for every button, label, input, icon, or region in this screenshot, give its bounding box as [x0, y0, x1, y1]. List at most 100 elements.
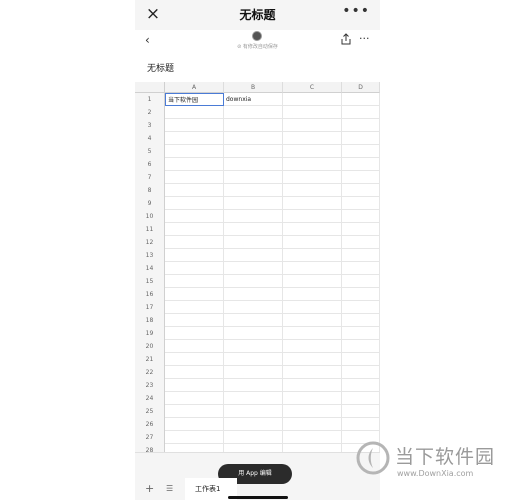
cell-d6[interactable]: [342, 158, 380, 171]
cell-c12[interactable]: [283, 236, 342, 249]
cell-c8[interactable]: [283, 184, 342, 197]
cell-a4[interactable]: [165, 132, 224, 145]
cell-b16[interactable]: [224, 288, 283, 301]
row-header[interactable]: 2: [135, 106, 165, 119]
cell-d21[interactable]: [342, 353, 380, 366]
column-header-c[interactable]: C: [283, 82, 342, 93]
cell-b21[interactable]: [224, 353, 283, 366]
row-header[interactable]: 4: [135, 132, 165, 145]
cell-c4[interactable]: [283, 132, 342, 145]
cell-c5[interactable]: [283, 145, 342, 158]
share-icon[interactable]: [340, 33, 352, 45]
cell-a23[interactable]: [165, 379, 224, 392]
row-header[interactable]: 3: [135, 119, 165, 132]
row-header[interactable]: 1: [135, 93, 165, 106]
cell-b4[interactable]: [224, 132, 283, 145]
cell-d5[interactable]: [342, 145, 380, 158]
row-header[interactable]: 13: [135, 249, 165, 262]
cell-a26[interactable]: [165, 418, 224, 431]
row-header[interactable]: 19: [135, 327, 165, 340]
cell-a19[interactable]: [165, 327, 224, 340]
row-header[interactable]: 20: [135, 340, 165, 353]
cell-a21[interactable]: [165, 353, 224, 366]
row-header[interactable]: 27: [135, 431, 165, 444]
row-header[interactable]: 18: [135, 314, 165, 327]
cell-b25[interactable]: [224, 405, 283, 418]
cell-d15[interactable]: [342, 275, 380, 288]
row-header[interactable]: 5: [135, 145, 165, 158]
cell-a1[interactable]: 当下软件园: [165, 93, 224, 106]
avatar[interactable]: [252, 31, 262, 41]
column-header-d[interactable]: D: [342, 82, 380, 93]
cell-d10[interactable]: [342, 210, 380, 223]
cell-d3[interactable]: [342, 119, 380, 132]
cell-d26[interactable]: [342, 418, 380, 431]
row-header[interactable]: 17: [135, 301, 165, 314]
cell-a13[interactable]: [165, 249, 224, 262]
cell-b23[interactable]: [224, 379, 283, 392]
cell-c15[interactable]: [283, 275, 342, 288]
cell-c1[interactable]: [283, 93, 342, 106]
cell-c20[interactable]: [283, 340, 342, 353]
cell-c24[interactable]: [283, 392, 342, 405]
cell-a24[interactable]: [165, 392, 224, 405]
cell-c14[interactable]: [283, 262, 342, 275]
cell-d17[interactable]: [342, 301, 380, 314]
cell-d23[interactable]: [342, 379, 380, 392]
cell-c11[interactable]: [283, 223, 342, 236]
cell-d1[interactable]: [342, 93, 380, 106]
cell-d18[interactable]: [342, 314, 380, 327]
cell-b24[interactable]: [224, 392, 283, 405]
cell-d14[interactable]: [342, 262, 380, 275]
cell-b19[interactable]: [224, 327, 283, 340]
cell-b13[interactable]: [224, 249, 283, 262]
more-options-icon[interactable]: •••: [342, 3, 370, 19]
row-header[interactable]: 24: [135, 392, 165, 405]
row-header[interactable]: 12: [135, 236, 165, 249]
cell-a6[interactable]: [165, 158, 224, 171]
cell-b8[interactable]: [224, 184, 283, 197]
cell-a25[interactable]: [165, 405, 224, 418]
cell-c13[interactable]: [283, 249, 342, 262]
cell-b12[interactable]: [224, 236, 283, 249]
cell-b9[interactable]: [224, 197, 283, 210]
row-header[interactable]: 21: [135, 353, 165, 366]
row-header[interactable]: 10: [135, 210, 165, 223]
cell-b11[interactable]: [224, 223, 283, 236]
cell-c19[interactable]: [283, 327, 342, 340]
cell-c3[interactable]: [283, 119, 342, 132]
cell-b27[interactable]: [224, 431, 283, 444]
cell-a18[interactable]: [165, 314, 224, 327]
cell-b7[interactable]: [224, 171, 283, 184]
cell-a20[interactable]: [165, 340, 224, 353]
cell-d20[interactable]: [342, 340, 380, 353]
cell-c26[interactable]: [283, 418, 342, 431]
cell-b14[interactable]: [224, 262, 283, 275]
row-header[interactable]: 26: [135, 418, 165, 431]
cell-d22[interactable]: [342, 366, 380, 379]
cell-a9[interactable]: [165, 197, 224, 210]
row-header[interactable]: 14: [135, 262, 165, 275]
document-more-icon[interactable]: ···: [359, 32, 370, 45]
select-all-corner[interactable]: [135, 82, 165, 93]
cell-a11[interactable]: [165, 223, 224, 236]
column-header-a[interactable]: A: [165, 82, 224, 93]
cell-d8[interactable]: [342, 184, 380, 197]
cell-b6[interactable]: [224, 158, 283, 171]
cell-d4[interactable]: [342, 132, 380, 145]
cell-b1[interactable]: downxia: [224, 93, 283, 106]
cell-d24[interactable]: [342, 392, 380, 405]
cell-b22[interactable]: [224, 366, 283, 379]
cell-c23[interactable]: [283, 379, 342, 392]
row-header[interactable]: 9: [135, 197, 165, 210]
cell-d25[interactable]: [342, 405, 380, 418]
row-header[interactable]: 22: [135, 366, 165, 379]
cell-d12[interactable]: [342, 236, 380, 249]
cell-b5[interactable]: [224, 145, 283, 158]
cell-b20[interactable]: [224, 340, 283, 353]
row-header[interactable]: 23: [135, 379, 165, 392]
cell-a22[interactable]: [165, 366, 224, 379]
cell-c9[interactable]: [283, 197, 342, 210]
cell-a12[interactable]: [165, 236, 224, 249]
cell-c18[interactable]: [283, 314, 342, 327]
